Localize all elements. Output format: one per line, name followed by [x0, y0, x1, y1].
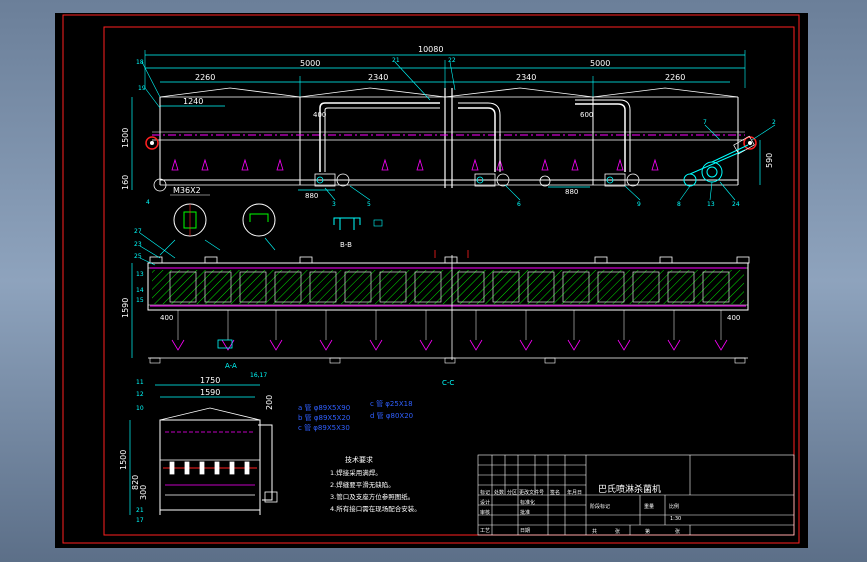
section-bb-label: B-B — [340, 241, 352, 249]
dim-160: 160 — [121, 175, 130, 190]
dim-400-plan-left: 400 — [160, 314, 173, 322]
svg-text:14: 14 — [136, 287, 144, 294]
section-cc-label: C-C — [442, 379, 454, 387]
tech-item-2: 2.焊缝要平滑无缺陷。 — [330, 480, 395, 489]
svg-text:24: 24 — [732, 201, 740, 208]
svg-text:4: 4 — [146, 199, 150, 206]
title-block-text: 巴氏喷淋杀菌机 标记 处数 分区 更改文件号 签名 年月日 设计 审核 工艺 标… — [480, 483, 681, 535]
dim-1590-end: 1590 — [200, 388, 220, 397]
tb-role-date: 日期 — [520, 528, 530, 534]
svg-text:6: 6 — [517, 201, 521, 208]
tb-mark-scale: 比例 — [669, 503, 679, 510]
svg-text:9: 9 — [637, 201, 641, 208]
svg-text:13: 13 — [136, 271, 144, 278]
dim-2340-a: 2340 — [368, 73, 388, 82]
svg-text:25: 25 — [134, 253, 142, 260]
drawing-name: 巴氏喷淋杀菌机 — [598, 483, 661, 495]
bom-d: c 管 φ25X18 — [370, 399, 413, 408]
dim-1750: 1750 — [200, 376, 220, 385]
tb-header-4: 签名 — [550, 489, 560, 496]
svg-text:2: 2 — [772, 119, 776, 126]
tb-header-0: 标记 — [480, 489, 490, 496]
dim-5000-right: 5000 — [590, 59, 610, 68]
svg-text:5: 5 — [367, 201, 371, 208]
tb-mark-weight: 重量 — [644, 503, 654, 510]
bom-b: b 管 φ89X5X20 — [298, 413, 350, 422]
tech-item-3: 3.管口及支座方位参照图纸。 — [330, 492, 414, 501]
svg-text:13: 13 — [707, 201, 715, 208]
tb-role-std: 标准化 — [520, 499, 535, 506]
tb-header-2: 分区 — [507, 489, 517, 496]
dim-overall: 10080 — [418, 45, 443, 54]
tb-header-5: 年月日 — [567, 489, 582, 496]
svg-text:18: 18 — [136, 59, 144, 66]
bom-list: a 管 φ89X5X90 b 管 φ89X5X20 c 管 φ89X5X30 c… — [298, 399, 413, 432]
svg-text:15: 15 — [136, 297, 144, 304]
tech-requirements: 技术要求 1.焊接采用满焊。 2.焊缝要平滑无缺陷。 3.管口及支座方位参照图纸… — [330, 455, 421, 513]
bom-c: c 管 φ89X5X30 — [298, 423, 350, 432]
section-aa-label: A-A — [225, 362, 237, 370]
dim-5000-left: 5000 — [300, 59, 320, 68]
tb-sheet-3: 张 — [675, 528, 680, 535]
tech-item-4: 4.所有接口需在现场配合安装。 — [330, 504, 421, 513]
thread-label: M36X2 — [173, 186, 201, 195]
dim-2260-b: 2260 — [665, 73, 685, 82]
tb-sheet-0: 共 — [592, 528, 597, 535]
svg-text:19: 19 — [138, 85, 146, 92]
svg-text:21: 21 — [136, 507, 144, 514]
tb-role-design: 设计 — [480, 499, 490, 506]
dim-2340-b: 2340 — [516, 73, 536, 82]
dim-1590-plan: 1590 — [121, 298, 130, 318]
dim-200: 200 — [265, 395, 274, 410]
dim-600: 600 — [580, 111, 593, 119]
bom-e: d 管 φ80X20 — [370, 411, 413, 420]
plan-view: 1590 400 400 C-C A-A 27 23 25 13 14 15 — [121, 228, 750, 387]
tb-sheet-2: 第 — [645, 528, 650, 535]
tb-role-review: 审核 — [480, 509, 490, 516]
bom-a: a 管 φ89X5X90 — [298, 403, 350, 412]
svg-text:16,17: 16,17 — [250, 372, 267, 379]
tb-header-3: 更改文件号 — [519, 489, 544, 496]
svg-text:27: 27 — [134, 228, 142, 235]
tech-title: 技术要求 — [345, 455, 373, 464]
dim-1500: 1500 — [121, 128, 130, 148]
dim-400: 400 — [313, 111, 326, 119]
cad-drawing: 10080 5000 5000 2260 2340 2340 2260 1240 — [62, 14, 800, 544]
tb-mark-stage: 阶段标记 — [590, 503, 610, 510]
tb-role-approve: 批准 — [520, 509, 530, 516]
svg-text:17: 17 — [136, 517, 144, 524]
svg-text:22: 22 — [448, 57, 456, 64]
dim-300: 300 — [139, 485, 148, 500]
tb-sheet-1: 张 — [615, 528, 620, 535]
svg-text:11: 11 — [136, 379, 144, 386]
svg-text:21: 21 — [392, 57, 400, 64]
dim-400-plan-right: 400 — [727, 314, 740, 322]
front-view: 10080 5000 5000 2260 2340 2340 2260 1240 — [121, 45, 776, 208]
dim-1240: 1240 — [183, 97, 203, 106]
tech-item-1: 1.焊接采用满焊。 — [330, 468, 382, 477]
dim-2260-a: 2260 — [195, 73, 215, 82]
svg-text:8: 8 — [677, 201, 681, 208]
dim-590: 590 — [765, 153, 774, 168]
tb-role-process: 工艺 — [480, 528, 490, 534]
detail-views: M36X2 B-B — [159, 186, 383, 256]
svg-text:10: 10 — [136, 405, 144, 412]
end-view: 1750 1590 200 1500 820 300 111210 211716… — [119, 372, 278, 524]
svg-text:7: 7 — [703, 119, 707, 126]
dim-880-a: 880 — [305, 192, 318, 200]
svg-text:3: 3 — [332, 201, 336, 208]
tb-scale-value: 1:30 — [670, 516, 681, 522]
svg-text:23: 23 — [134, 241, 142, 248]
dim-1500-end: 1500 — [119, 450, 128, 470]
dim-880-b: 880 — [565, 188, 578, 196]
tb-header-1: 处数 — [494, 489, 504, 496]
svg-text:12: 12 — [136, 391, 144, 398]
